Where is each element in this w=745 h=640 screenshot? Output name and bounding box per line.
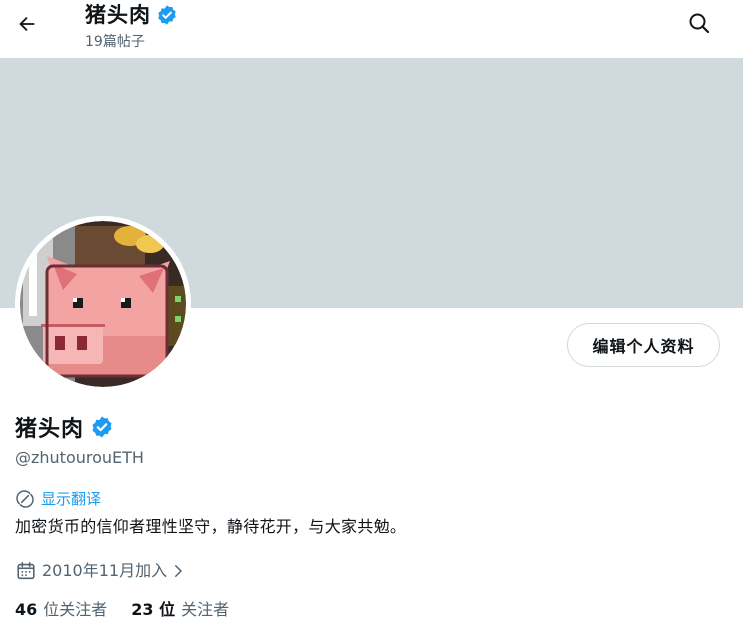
joined-label: 2010年11月加入 <box>42 561 168 580</box>
following-link[interactable]: 46 位关注者 <box>15 599 107 621</box>
profile-bio: 加密货币的信仰者理性坚守，静待花开，与大家共勉。 <box>15 517 407 536</box>
post-count: 19篇帖子 <box>85 34 145 50</box>
header-display-name: 猪头肉 <box>85 3 151 27</box>
avatar[interactable] <box>15 216 191 392</box>
profile-display-name: 猪头肉 <box>15 417 85 442</box>
edit-profile-button[interactable]: 编辑个人资料 <box>567 323 720 367</box>
top-bar: 猪头肉 19篇帖子 <box>0 0 745 58</box>
follow-stats: 46 位关注者 23 位 关注者 <box>15 599 253 621</box>
translate-icon <box>15 489 35 509</box>
following-label: 位关注者 <box>43 600 108 619</box>
following-count: 46 <box>15 600 38 619</box>
translate-label: 显示翻译 <box>41 490 102 508</box>
profile-name: 猪头肉 <box>15 411 114 443</box>
profile-handle: @zhutourouETH <box>15 448 144 467</box>
header-title: 猪头肉 <box>85 0 178 30</box>
translate-button[interactable]: 显示翻译 <box>15 489 101 509</box>
search-button[interactable] <box>681 7 717 43</box>
followers-label: 关注者 <box>181 600 230 619</box>
verified-badge-icon <box>156 4 178 26</box>
joined-date[interactable]: 2010年11月加入 <box>15 560 187 582</box>
followers-link[interactable]: 23 位 关注者 <box>131 599 229 621</box>
arrow-left-icon <box>16 13 38 39</box>
search-icon <box>687 11 711 39</box>
calendar-icon <box>15 560 37 582</box>
verified-badge-icon[interactable] <box>90 415 114 439</box>
profile-page: 猪头肉 19篇帖子 编辑个人资料 猪头肉 @zhutourouETH 显示翻译 … <box>0 0 745 640</box>
chevron-right-icon <box>169 562 187 580</box>
back-button[interactable] <box>9 8 45 44</box>
followers-count: 23 位 <box>131 600 176 619</box>
